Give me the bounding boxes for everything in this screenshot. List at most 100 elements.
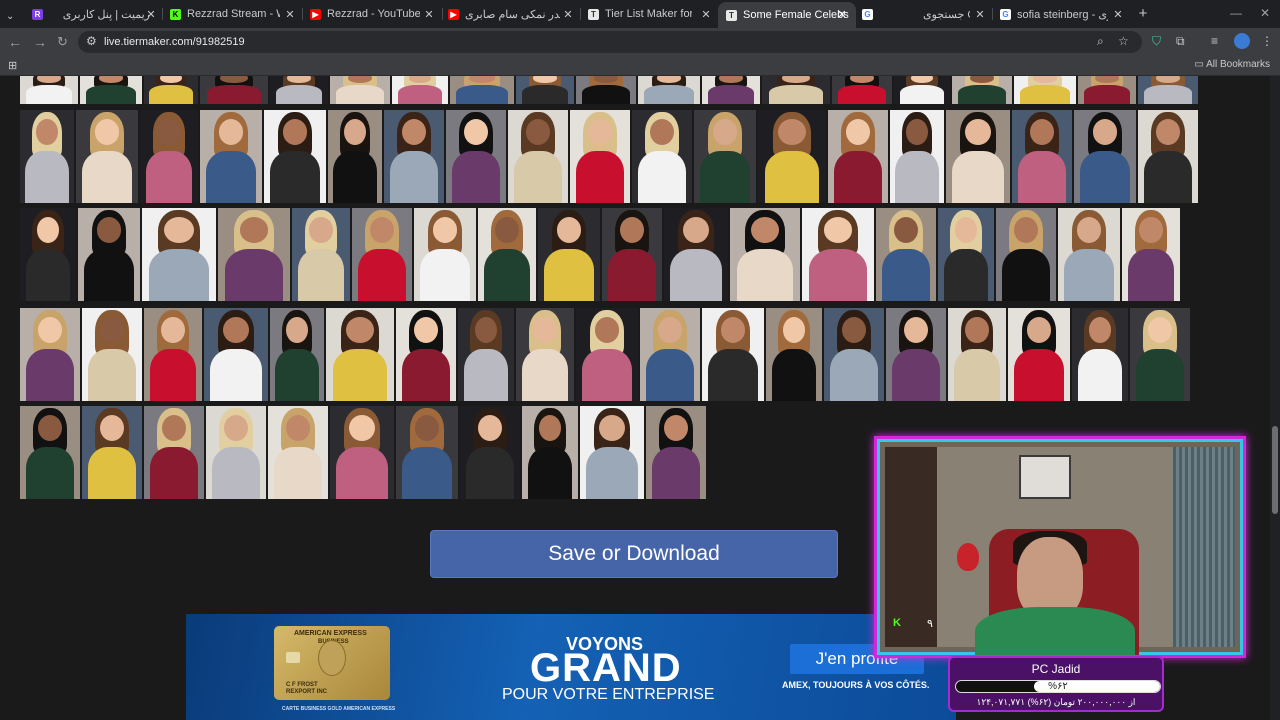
celebrity-photo[interactable] <box>886 308 946 401</box>
celebrity-photo[interactable] <box>580 406 644 499</box>
close-icon[interactable]: ✕ <box>700 8 712 21</box>
celebrity-photo[interactable] <box>20 76 78 104</box>
celebrity-photo[interactable] <box>330 76 390 104</box>
celebrity-photo[interactable] <box>602 208 662 301</box>
celebrity-photo[interactable] <box>478 208 536 301</box>
bookmark-star-icon[interactable]: ☆ <box>1118 34 1129 48</box>
back-icon[interactable]: ← <box>8 34 22 50</box>
celebrity-photo[interactable] <box>1014 76 1076 104</box>
shield-extension-icon[interactable]: ⛉ <box>1152 34 1161 49</box>
celebrity-photo[interactable] <box>640 308 700 401</box>
celebrity-photo[interactable] <box>632 110 692 203</box>
close-icon[interactable]: ✕ <box>423 8 435 21</box>
celebrity-photo[interactable] <box>80 76 142 104</box>
celebrity-photo[interactable] <box>264 110 326 203</box>
celebrity-photo[interactable] <box>20 406 80 499</box>
close-icon[interactable]: ✕ <box>145 8 157 21</box>
celebrity-photo[interactable] <box>450 76 514 104</box>
celebrity-photo[interactable] <box>384 110 444 203</box>
celebrity-photo[interactable] <box>200 76 268 104</box>
celebrity-photo[interactable] <box>82 308 142 401</box>
amex-advertisement[interactable]: AMERICAN EXPRESS BUSINESS C F FROST REXP… <box>186 614 956 720</box>
celebrity-photo[interactable] <box>664 208 728 301</box>
celebrity-photo[interactable] <box>762 76 830 104</box>
celebrity-photo[interactable] <box>570 110 630 203</box>
celebrity-photo[interactable] <box>270 308 324 401</box>
celebrity-photo[interactable] <box>20 308 80 401</box>
profile-avatar[interactable] <box>1234 33 1250 49</box>
celebrity-photo[interactable] <box>144 308 202 401</box>
celebrity-photo[interactable] <box>270 76 328 104</box>
close-icon[interactable]: ✕ <box>1112 8 1124 21</box>
tab-youtube[interactable]: ▶ Rezzrad - YouTube <box>310 4 420 24</box>
close-icon[interactable]: ✕ <box>974 8 986 21</box>
tab-kick-stream[interactable]: K Rezzrad Stream - Watch L <box>170 4 280 24</box>
zoom-icon[interactable]: ⌕ <box>1097 34 1104 49</box>
celebrity-photo[interactable] <box>1138 110 1198 203</box>
minimize-icon[interactable]: — <box>1230 6 1242 20</box>
celebrity-photo[interactable] <box>946 110 1010 203</box>
site-info-icon[interactable]: ⚙ <box>86 34 97 48</box>
celebrity-photo[interactable] <box>330 406 394 499</box>
apps-icon[interactable]: ⊞ <box>8 59 17 72</box>
close-icon[interactable]: ✕ <box>284 8 296 21</box>
celebrity-photo[interactable] <box>76 110 138 203</box>
celebrity-photo[interactable] <box>144 76 198 104</box>
celebrity-photo[interactable] <box>206 406 266 499</box>
celebrity-photo[interactable] <box>890 110 944 203</box>
celebrity-photo[interactable] <box>758 110 826 203</box>
celebrity-photo[interactable] <box>702 308 764 401</box>
tab-google-search-sofia[interactable]: G sofia steinberg - جستجوی <box>1000 4 1108 24</box>
celebrity-photo[interactable] <box>1072 308 1128 401</box>
celebrity-photo[interactable] <box>352 208 412 301</box>
url-text[interactable]: live.tiermaker.com/91982519 <box>104 36 245 48</box>
celebrity-photo[interactable] <box>996 208 1056 301</box>
celebrity-photo[interactable] <box>638 76 700 104</box>
celebrity-photo[interactable] <box>508 110 568 203</box>
close-icon[interactable]: ✕ <box>562 8 574 21</box>
celebrity-photo[interactable] <box>730 208 800 301</box>
celebrity-photo[interactable] <box>646 406 706 499</box>
celebrity-photo[interactable] <box>328 110 382 203</box>
extensions-icon[interactable]: ⧉ <box>1176 34 1185 49</box>
celebrity-photo[interactable] <box>516 308 574 401</box>
celebrity-photo[interactable] <box>1138 76 1198 104</box>
scrollbar-thumb[interactable] <box>1272 426 1278 514</box>
celebrity-photo[interactable] <box>576 76 636 104</box>
celebrity-photo[interactable] <box>702 76 760 104</box>
tab-tier-list-maker[interactable]: T Tier List Maker for Everyth <box>588 4 692 24</box>
celebrity-photo[interactable] <box>446 110 506 203</box>
forward-icon[interactable]: → <box>33 34 47 50</box>
celebrity-photo[interactable] <box>414 208 476 301</box>
celebrity-photo[interactable] <box>1122 208 1180 301</box>
tab-youtube-video[interactable]: ▶ تو چقدر نمکی سام صابری <box>448 4 560 24</box>
celebrity-photo[interactable] <box>396 308 456 401</box>
celebrity-photo[interactable] <box>20 208 76 301</box>
celebrity-photo[interactable] <box>828 110 888 203</box>
celebrity-photo[interactable] <box>1130 308 1190 401</box>
celebrity-photo[interactable] <box>876 208 936 301</box>
celebrity-photo[interactable] <box>144 406 204 499</box>
save-or-download-button[interactable]: Save or Download <box>430 530 838 578</box>
celebrity-photo[interactable] <box>832 76 892 104</box>
celebrity-photo[interactable] <box>576 308 638 401</box>
celebrity-photo[interactable] <box>78 208 140 301</box>
celebrity-photo[interactable] <box>938 208 994 301</box>
celebrity-photo[interactable] <box>142 208 216 301</box>
celebrity-photo[interactable] <box>1058 208 1120 301</box>
celebrity-photo[interactable] <box>268 406 328 499</box>
page-scrollbar[interactable] <box>1270 76 1280 720</box>
celebrity-photo[interactable] <box>516 76 574 104</box>
celebrity-photo[interactable] <box>396 406 458 499</box>
celebrity-photo[interactable] <box>766 308 822 401</box>
celebrity-photo[interactable] <box>392 76 448 104</box>
celebrity-photo[interactable] <box>140 110 198 203</box>
media-control-icon[interactable]: ≡ <box>1211 34 1218 48</box>
celebrity-photo[interactable] <box>1074 110 1136 203</box>
new-tab-icon[interactable]: + <box>1137 5 1149 22</box>
celebrity-photo[interactable] <box>802 208 874 301</box>
close-icon[interactable]: ✕ <box>836 8 848 21</box>
reload-icon[interactable]: ↻ <box>57 34 68 50</box>
pinned-tab[interactable]: R <box>32 4 44 24</box>
celebrity-photo[interactable] <box>1012 110 1072 203</box>
